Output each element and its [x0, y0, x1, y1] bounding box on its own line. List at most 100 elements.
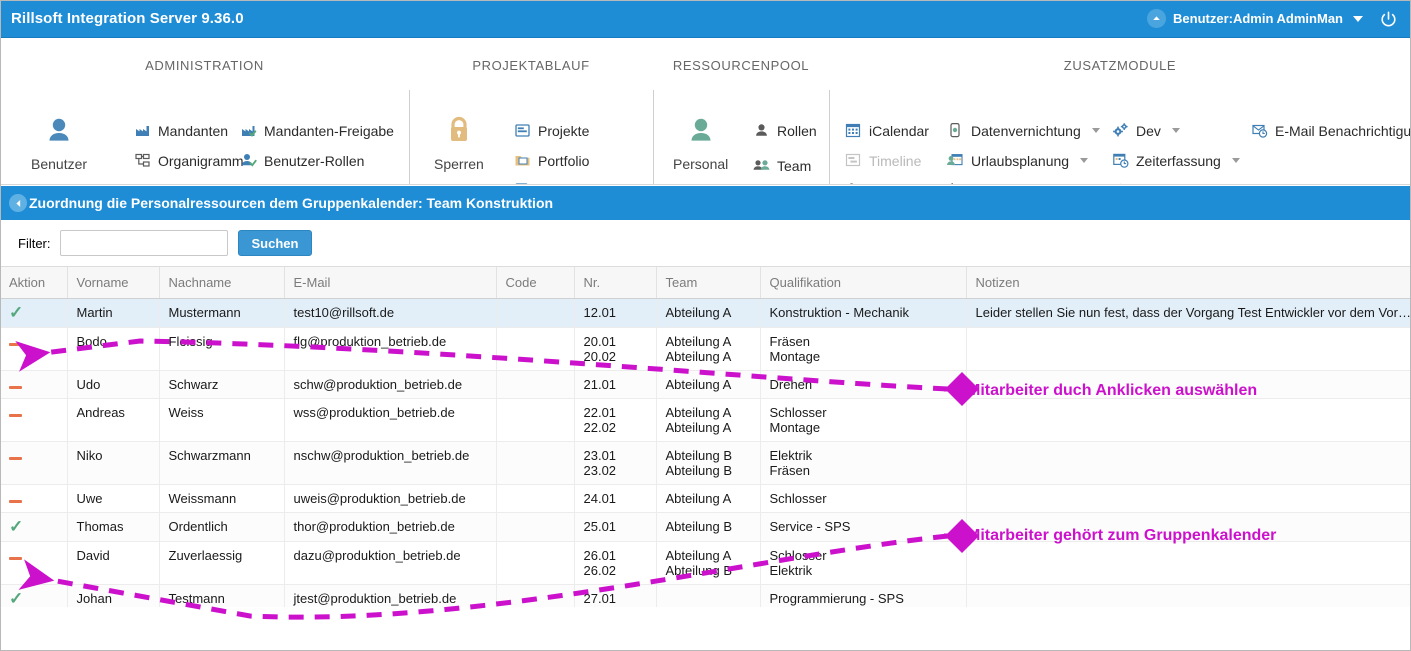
menu-personal-label: Personal — [673, 156, 729, 172]
menu-team[interactable]: Team — [753, 157, 811, 174]
col-nachname[interactable]: Nachname — [159, 267, 285, 299]
menu-mandanten-freigabe[interactable]: Mandanten-Freigabe — [240, 122, 394, 139]
menu-verzeichnisse-label: Verzeichnisse — [158, 183, 244, 185]
menu-verknuepfungen-label: Verknüpfungen — [538, 183, 632, 185]
group-title-projektablauf: PROJEKTABLAUF — [472, 58, 590, 73]
col-email[interactable]: E-Mail — [284, 267, 497, 299]
table-row[interactable]: Uwe Weissmann uweis@produktion_betrieb.de 2… — [0, 484, 1411, 513]
table-row[interactable]: Andreas Weiss wss@produktion_betrieb.de 22.… — [0, 398, 1411, 442]
menu-organigramm[interactable]: Organigramm — [134, 152, 244, 169]
menu-dms-label: DMS — [869, 183, 900, 185]
filter-input[interactable] — [59, 230, 228, 256]
caret-down-icon — [1353, 15, 1363, 22]
menu-zeiterfassung[interactable]: Zeiterfassung — [1112, 152, 1240, 169]
minus-icon[interactable] — [9, 557, 22, 560]
row-action-minus-icon[interactable] — [0, 484, 68, 513]
minus-icon[interactable] — [9, 343, 22, 346]
menu-sperren[interactable]: Sperren — [434, 114, 484, 172]
row-action-minus-icon[interactable] — [0, 370, 68, 399]
table-header-row: Aktion Vorname Nachname E-Mail Code Nr. … — [0, 267, 1411, 299]
row-action-check-icon[interactable]: ✓ — [0, 512, 68, 542]
menu-benutzer[interactable]: Benutzer — [31, 114, 87, 172]
menu-verknuepfungen[interactable]: Verknüpfungen — [514, 182, 632, 185]
cell-qualifikation: Service - SPS — [760, 512, 967, 542]
cell-team-line: Abteilung B — [665, 563, 733, 578]
power-icon[interactable] — [1379, 10, 1398, 29]
back-arrow-circle-icon[interactable] — [9, 194, 27, 212]
check-icon[interactable]: ✓ — [9, 590, 24, 607]
cell-team: Abteilung A — [656, 370, 761, 399]
row-action-minus-icon[interactable] — [0, 441, 68, 485]
user-menu[interactable]: Benutzer:Admin AdminMan — [1147, 9, 1363, 28]
cell-qualifikation-line: Fräsen — [769, 334, 810, 349]
cell-email: flg@produktion_betrieb.de — [284, 327, 497, 371]
check-icon[interactable]: ✓ — [9, 304, 24, 321]
menu-mandanten[interactable]: Mandanten — [134, 122, 228, 139]
check-icon[interactable]: ✓ — [9, 518, 24, 535]
group-title-administration: ADMINISTRATION — [145, 58, 264, 73]
col-team[interactable]: Team — [656, 267, 761, 299]
link-icon — [514, 182, 531, 184]
menu-dms[interactable]: DMS — [845, 182, 919, 185]
project-icon — [514, 122, 531, 139]
minus-icon[interactable] — [9, 500, 22, 503]
minus-icon[interactable] — [9, 457, 22, 460]
col-aktion[interactable]: Aktion — [0, 267, 68, 299]
menu-verzeichnis-rollen[interactable]: Verzeichnis-Rollen — [240, 182, 380, 185]
menu-portfolio[interactable]: Portfolio — [514, 152, 589, 169]
cell-nachname: Zuverlaessig — [159, 541, 285, 585]
cell-qualifikation-line: Fräsen — [769, 463, 810, 478]
col-qualifikation[interactable]: Qualifikation — [760, 267, 967, 299]
time-tracking-icon — [1112, 152, 1129, 169]
minus-icon[interactable] — [9, 414, 22, 417]
menu-verzeichnisse[interactable]: Verzeichnisse — [134, 182, 244, 185]
cell-qualifikation-line: Schlosser — [769, 491, 827, 506]
col-vorname[interactable]: Vorname — [67, 267, 160, 299]
col-code[interactable]: Code — [496, 267, 575, 299]
menu-personal[interactable]: Personal — [673, 114, 728, 172]
menu-datenvernichtung[interactable]: Datenvernichtung — [947, 122, 1100, 139]
menu-urlaubsplanung[interactable]: Urlaubsplanung — [947, 152, 1089, 169]
cell-notizen — [966, 541, 1411, 585]
cell-nr-line: 20.01 — [583, 334, 617, 349]
menu-redmine[interactable]: Redmine — [1112, 182, 1211, 184]
row-action-check-icon[interactable]: ✓ — [0, 584, 68, 607]
cell-team-line: Abteilung A — [665, 405, 732, 420]
cell-nachname: Weiss — [159, 398, 285, 442]
cell-team-line: Abteilung A — [665, 420, 732, 435]
row-action-minus-icon[interactable] — [0, 541, 68, 585]
table-row[interactable]: David Zuverlaessig dazu@produktion_betrieb… — [0, 541, 1411, 585]
menu-saas[interactable]: SAAS — [940, 182, 1020, 184]
minus-icon[interactable] — [9, 386, 22, 389]
search-button[interactable]: Suchen — [237, 230, 313, 256]
cell-team-line: Abteilung A — [665, 491, 732, 506]
cell-email: thor@produktion_betrieb.de — [284, 512, 497, 542]
col-notizen[interactable]: Notizen — [966, 267, 1411, 299]
menu-mandanten-freigabe-label: Mandanten-Freigabe — [264, 122, 394, 139]
menu-icalendar[interactable]: iCalendar — [845, 122, 929, 139]
cell-nr-line: 26.01 — [583, 548, 617, 563]
cell-qualifikation: Schlosser Montage — [760, 398, 967, 442]
table-row[interactable]: Bodo Fleissig flg@produktion_betrieb.de 20.… — [0, 327, 1411, 371]
cell-nr-line: 12.01 — [583, 305, 617, 320]
row-action-minus-icon[interactable] — [0, 327, 68, 371]
menu-benutzer-rollen[interactable]: Benutzer-Rollen — [240, 152, 364, 169]
menu-dev[interactable]: Dev — [1112, 122, 1180, 139]
menu-email-benachrichtigung[interactable]: E-Mail Benachrichtigu — [1251, 122, 1411, 139]
row-action-minus-icon[interactable] — [0, 398, 68, 442]
cell-qualifikation: Programmierung - SPS — [760, 584, 967, 607]
cell-notizen — [966, 398, 1411, 442]
shredder-icon — [947, 122, 964, 139]
menu-rollen[interactable]: Rollen — [753, 122, 817, 139]
table-row[interactable]: ✓ Johan Testmann jtest@produktion_betrieb.d… — [0, 584, 1411, 607]
cell-nr-line: 27.01 — [583, 591, 617, 606]
row-action-check-icon[interactable]: ✓ — [0, 298, 68, 328]
table-row[interactable]: ✓ Martin Mustermann test10@rillsoft.de 12.01… — [0, 298, 1411, 328]
role-person-icon — [753, 122, 770, 139]
menu-projekte[interactable]: Projekte — [514, 122, 589, 139]
cell-nr-line: 22.02 — [583, 420, 617, 435]
col-nr[interactable]: Nr. — [574, 267, 657, 299]
menu-timeline[interactable]: Timeline — [845, 152, 921, 169]
table-row[interactable]: Niko Schwarzmann nschw@produktion_betrieb.… — [0, 441, 1411, 485]
page-header-bar: Zuordnung die Personalressourcen dem Gru… — [0, 186, 1411, 220]
